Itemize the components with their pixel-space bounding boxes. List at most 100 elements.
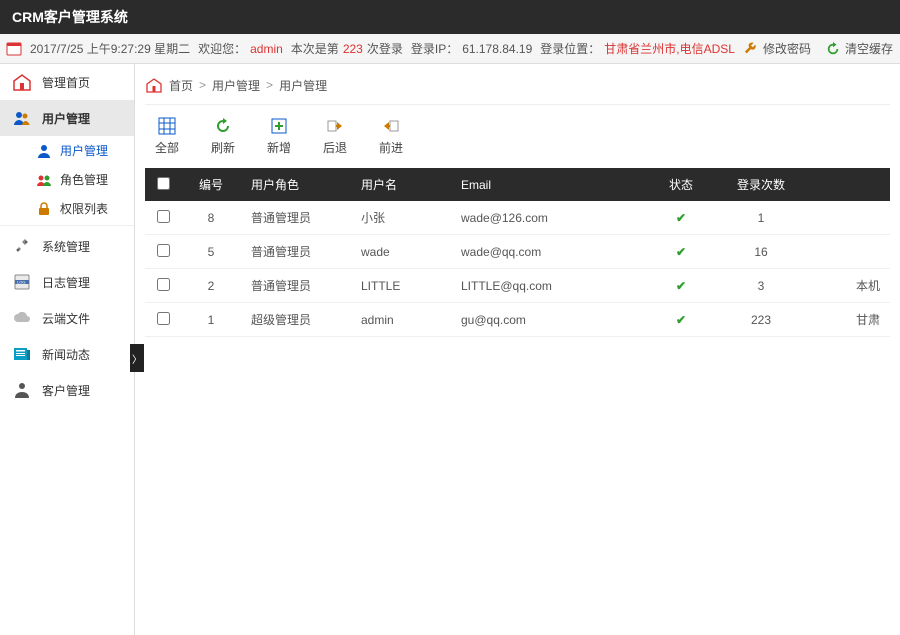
toolbar-label: 全部 <box>155 139 179 156</box>
clear-cache-link[interactable]: 清空缓存 <box>825 40 893 57</box>
toolbar-refresh-button[interactable]: 刷新 <box>205 117 241 156</box>
sidebar-item-logs[interactable]: LOG 日志管理 <box>0 264 134 300</box>
sidebar-item-cloud[interactable]: 云端文件 <box>0 300 134 336</box>
svg-text:LOG: LOG <box>17 280 25 285</box>
sidebar-item-system[interactable]: 系统管理 <box>0 228 134 264</box>
table-body: 8普通管理员小张wade@126.com✔15普通管理员wadewade@qq.… <box>145 201 890 337</box>
breadcrumb-l1[interactable]: 用户管理 <box>212 77 260 94</box>
row-checkbox[interactable] <box>157 312 170 325</box>
cell-email: wade@qq.com <box>451 235 651 269</box>
welcome-user: admin <box>250 42 283 56</box>
add-icon <box>269 117 289 135</box>
datetime-text: 2017/7/25 上午9:27:29 星期二 <box>30 40 190 57</box>
toolbar-label: 后退 <box>323 139 347 156</box>
sidebar-item-label: 管理首页 <box>42 74 90 91</box>
toolbar-back-button[interactable]: 后退 <box>317 117 353 156</box>
sidebar-item-home[interactable]: 管理首页 <box>0 64 134 100</box>
gear-icon <box>12 236 32 256</box>
refresh-icon <box>213 117 233 135</box>
cell-username: wade <box>351 235 451 269</box>
login-count-value: 223 <box>343 42 363 56</box>
sidebar-item-label: 客户管理 <box>42 382 90 399</box>
toolbar-label: 前进 <box>379 139 403 156</box>
row-checkbox[interactable] <box>157 244 170 257</box>
login-count-prefix: 本次是第 <box>291 40 339 57</box>
table-header: 编号 用户角色 用户名 Email 状态 登录次数 <box>145 168 890 201</box>
calendar-icon <box>6 41 22 57</box>
customer-icon <box>12 380 32 400</box>
cloud-icon <box>12 308 32 328</box>
check-icon: ✔ <box>676 279 686 293</box>
sidebar-item-label: 日志管理 <box>42 274 90 291</box>
toolbar-all-button[interactable]: 全部 <box>149 117 185 156</box>
forward-icon <box>381 117 401 135</box>
sidebar-item-label: 系统管理 <box>42 238 90 255</box>
content-area: 首页 > 用户管理 > 用户管理 全部 刷新 新增 后退 <box>135 64 900 635</box>
table-row[interactable]: 5普通管理员wadewade@qq.com✔16 <box>145 235 890 269</box>
change-password-label: 修改密码 <box>763 40 811 57</box>
back-icon <box>325 117 345 135</box>
cell-username: 小张 <box>351 201 451 235</box>
col-id: 编号 <box>181 168 241 201</box>
cell-username: admin <box>351 303 451 337</box>
log-icon: LOG <box>12 272 32 292</box>
table-row[interactable]: 1超级管理员admingu@qq.com✔223甘肃 <box>145 303 890 337</box>
users-icon <box>12 108 32 128</box>
col-username: 用户名 <box>351 168 451 201</box>
breadcrumb-l2: 用户管理 <box>279 77 327 94</box>
cell-extra: 甘肃 <box>811 303 890 337</box>
cell-id: 2 <box>181 269 241 303</box>
row-checkbox[interactable] <box>157 210 170 223</box>
table-row[interactable]: 2普通管理员LITTLELITTLE@qq.com✔3本机 <box>145 269 890 303</box>
sidebar-item-customer[interactable]: 客户管理 <box>0 372 134 408</box>
toolbar-add-button[interactable]: 新增 <box>261 117 297 156</box>
toolbar-forward-button[interactable]: 前进 <box>373 117 409 156</box>
lock-icon <box>36 201 52 217</box>
breadcrumb: 首页 > 用户管理 > 用户管理 <box>145 72 890 105</box>
cell-username: LITTLE <box>351 269 451 303</box>
sidebar-item-label: 用户管理 <box>60 142 108 159</box>
welcome-label: 欢迎您： <box>198 40 246 57</box>
clear-cache-label: 清空缓存 <box>845 40 893 57</box>
sidebar-collapse-handle[interactable]: 〉 <box>130 344 144 372</box>
sidebar-sub-user-mgmt[interactable]: 用户管理 <box>28 136 134 165</box>
app-title: CRM客户管理系统 <box>12 9 128 25</box>
sidebar-sub-perm-list[interactable]: 权限列表 <box>28 194 134 223</box>
change-password-link[interactable]: 修改密码 <box>743 40 811 57</box>
col-email: Email <box>451 168 651 201</box>
sidebar-item-user-mgmt[interactable]: 用户管理 <box>0 100 134 136</box>
login-count-suffix: 次登录 <box>367 40 403 57</box>
sidebar-sub-role-mgmt[interactable]: 角色管理 <box>28 165 134 194</box>
toolbar-label: 刷新 <box>211 139 235 156</box>
app-header: CRM客户管理系统 <box>0 0 900 34</box>
check-icon: ✔ <box>676 211 686 225</box>
news-icon <box>12 344 32 364</box>
login-loc-value: 甘肃省兰州市,电信ADSL <box>604 40 735 57</box>
sidebar-submenu-user: 用户管理 角色管理 权限列表 <box>0 136 134 223</box>
row-checkbox[interactable] <box>157 278 170 291</box>
sidebar-item-label: 角色管理 <box>60 171 108 188</box>
cell-email: LITTLE@qq.com <box>451 269 651 303</box>
status-bar: 2017/7/25 上午9:27:29 星期二 欢迎您： admin 本次是第 … <box>0 34 900 64</box>
toolbar-label: 新增 <box>267 139 291 156</box>
home-icon <box>12 72 32 92</box>
cell-role: 普通管理员 <box>241 235 351 269</box>
cell-email: wade@126.com <box>451 201 651 235</box>
cell-role: 普通管理员 <box>241 269 351 303</box>
col-role: 用户角色 <box>241 168 351 201</box>
sidebar-item-news[interactable]: 新闻动态 <box>0 336 134 372</box>
wrench-icon <box>743 41 759 57</box>
cell-extra <box>811 235 890 269</box>
toolbar: 全部 刷新 新增 后退 前进 <box>145 105 890 168</box>
table-row[interactable]: 8普通管理员小张wade@126.com✔1 <box>145 201 890 235</box>
cell-status: ✔ <box>651 235 711 269</box>
sidebar: 管理首页 用户管理 用户管理 角色管理 权限列表 系统管理 <box>0 64 135 635</box>
check-icon: ✔ <box>676 313 686 327</box>
col-extra <box>811 168 890 201</box>
select-all-checkbox[interactable] <box>157 177 170 190</box>
breadcrumb-home[interactable]: 首页 <box>169 77 193 94</box>
sidebar-item-label: 用户管理 <box>42 110 90 127</box>
cell-role: 普通管理员 <box>241 201 351 235</box>
cell-logincount: 223 <box>711 303 811 337</box>
user-table: 编号 用户角色 用户名 Email 状态 登录次数 8普通管理员小张wade@1… <box>145 168 890 337</box>
